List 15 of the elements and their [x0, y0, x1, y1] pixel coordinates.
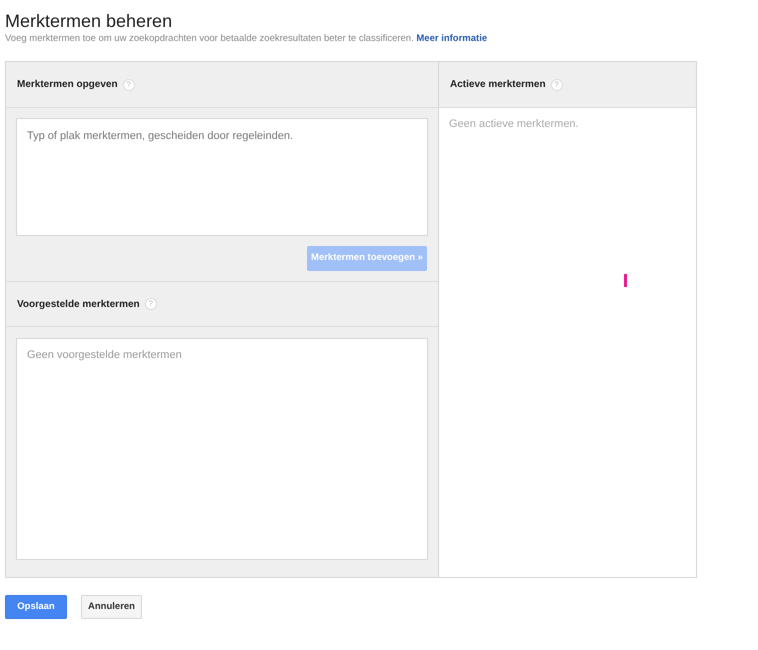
more-info-link[interactable]: Meer informatie — [416, 33, 488, 44]
cursor-mark — [624, 274, 627, 287]
cancel-button[interactable]: Annuleren — [81, 595, 142, 619]
panel-heading: Actieve merktermen — [450, 78, 546, 92]
empty-message: Geen actieve merktermen. — [449, 118, 579, 130]
empty-message: Geen voorgestelde merktermen — [27, 349, 182, 361]
panel-heading: Voorgestelde merktermen — [17, 298, 140, 312]
text-input[interactable]: Typ of plak merktermen, gescheiden door regeleinden. — [16, 118, 428, 236]
help-icon[interactable]: ? — [122, 78, 135, 90]
help-icon[interactable]: ? — [144, 298, 157, 310]
help-icon[interactable]: ? — [550, 78, 563, 90]
page-description: Voeg merktermen toe om uw zoekopdrachten voor betaalde zoekresultaten beter te classificeren. — [5, 33, 415, 44]
page-title: Merktermen beheren — [5, 10, 174, 32]
save-button[interactable]: Opslaan — [5, 595, 67, 619]
panel-heading: Merktermen opgeven — [17, 78, 118, 92]
